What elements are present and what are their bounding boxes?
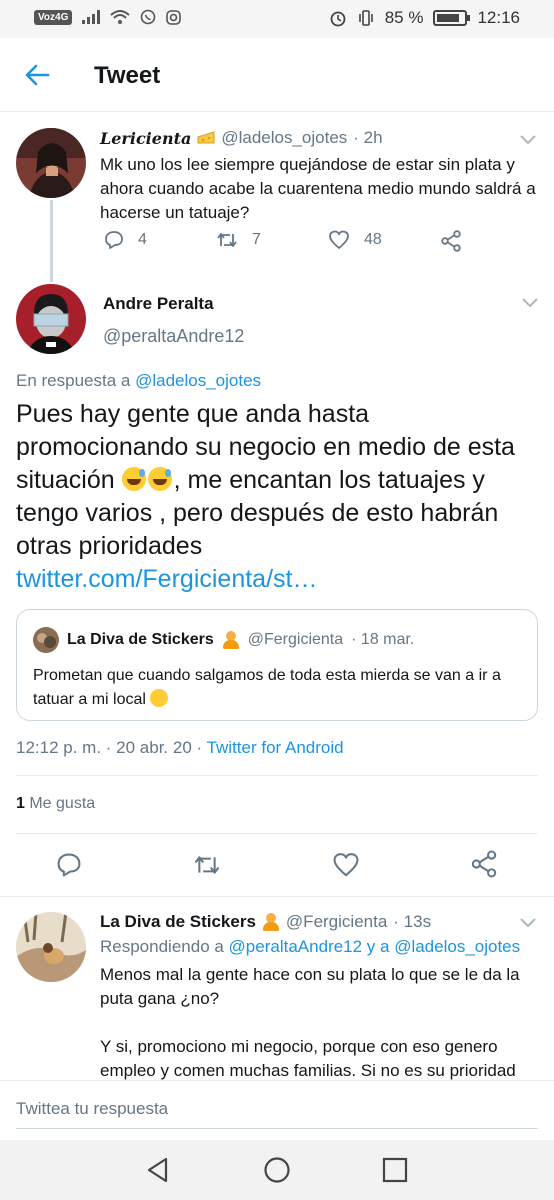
divider (16, 775, 538, 776)
tweet3-author-name[interactable]: La Diva de Stickers (100, 912, 256, 932)
avatar-lericienta[interactable] (16, 128, 86, 198)
tweet-timestamp: 12:12 p. m. · 20 abr. 20 · (16, 738, 207, 757)
sweat-smile-emoji-icon (121, 467, 146, 491)
tweet3-replying-to: Respondiendo a @peraltaAndre12 y a @lade… (100, 937, 521, 956)
retweet-icon[interactable] (193, 852, 221, 878)
tweet2-author-name[interactable]: Andre Peralta (103, 294, 214, 314)
home-circle-icon[interactable] (263, 1156, 291, 1184)
arrow-left-icon[interactable] (24, 62, 50, 88)
retweet-count: 7 (252, 231, 261, 248)
quoted-time: · 18 mar. (351, 631, 415, 648)
heart-icon (329, 230, 349, 250)
retweet-icon (217, 233, 237, 247)
person-tipping-hand-emoji-icon (222, 631, 240, 649)
quoted-handle: @Fergicienta (247, 631, 344, 648)
tweet2-actions (0, 848, 554, 880)
recents-square-icon[interactable] (381, 1156, 409, 1184)
tweet1-header: Lericienta @ladelos_ojotes · 2h (100, 128, 383, 148)
tweet1-actions: 4 7 48 (100, 230, 470, 256)
back-triangle-icon[interactable] (144, 1156, 172, 1184)
reply-to-link[interactable]: @ladelos_ojotes (135, 371, 261, 390)
quoted-text: Prometan que cuando salgamos de toda est… (33, 667, 501, 708)
top-bar: Tweet (0, 38, 554, 112)
tweet3-text: Menos mal la gente hace con su plata lo … (100, 963, 540, 1081)
signal-icon (82, 10, 101, 24)
cheese-emoji-icon (197, 131, 215, 144)
person-tipping-hand-emoji-icon (262, 913, 280, 931)
tweet-source[interactable]: Twitter for Android (207, 738, 344, 757)
tweet2-text: Pues hay gente que anda hasta promociona… (16, 400, 515, 593)
divider (16, 833, 538, 834)
quoted-tweet-header: La Diva de Stickers @Fergicienta · 18 ma… (33, 627, 414, 653)
share-button[interactable] (440, 230, 462, 252)
chevron-down-icon[interactable] (520, 918, 536, 928)
chevron-down-icon[interactable] (522, 298, 538, 308)
share-icon (441, 230, 461, 252)
heart-icon[interactable] (332, 852, 360, 878)
battery-percent: 85 % (384, 8, 424, 27)
alarm-icon (330, 11, 346, 27)
avatar-andre-peralta[interactable] (16, 284, 86, 354)
reply-input[interactable] (16, 1089, 538, 1129)
chevron-down-icon[interactable] (520, 135, 536, 145)
likes-label: Me gusta (24, 795, 96, 812)
retweet-button[interactable]: 7 (216, 230, 261, 250)
tweet-metadata: 12:12 p. m. · 20 abr. 20 · Twitter for A… (16, 738, 344, 758)
reply-count: 4 (138, 231, 147, 248)
battery-fill (437, 14, 460, 22)
whatsapp-icon (141, 9, 156, 25)
avatar-diva-stickers[interactable] (16, 912, 86, 982)
quoted-author-name: La Diva de Stickers (67, 631, 214, 648)
avatar-diva-stickers (33, 627, 59, 653)
carrier-badge: Voz4G (34, 9, 73, 25)
system-nav-bar (0, 1140, 554, 1200)
likes-count: 1 (16, 795, 25, 812)
replying-to: En respuesta a @ladelos_ojotes (16, 371, 262, 390)
tweet3-handle[interactable]: @Fergicienta (286, 912, 387, 932)
tweet3-time: · 13s (393, 912, 432, 931)
battery-icon (433, 10, 471, 26)
likes-summary[interactable]: 1 Me gusta (16, 795, 95, 813)
thread-connector (50, 200, 53, 282)
reply-to-link[interactable]: @peraltaAndre12 (229, 937, 363, 956)
like-count: 48 (364, 231, 382, 248)
tweet3-header: La Diva de Stickers @Fergicienta · 13s (100, 912, 431, 932)
clock: 12:16 (477, 8, 520, 27)
tweet2-handle[interactable]: @peraltaAndre12 (103, 326, 244, 347)
page-title: Tweet (94, 62, 161, 89)
reply-to-link[interactable]: @ladelos_ojotes (394, 937, 520, 956)
wifi-icon (110, 10, 131, 24)
reply-composer (0, 1080, 554, 1140)
share-icon[interactable] (470, 850, 498, 878)
reply-icon[interactable] (56, 852, 82, 878)
tweet1-text: Mk uno los lee siempre quejándose de est… (100, 155, 536, 222)
rolling-eyes-emoji-icon (150, 689, 169, 707)
tweet1-handle[interactable]: @ladelos_ojotes (221, 128, 347, 148)
quoted-tweet[interactable]: La Diva de Stickers @Fergicienta · 18 ma… (16, 609, 538, 721)
tweet3-paragraph: Y si, promociono mi negocio, porque con … (100, 1037, 516, 1080)
divider (0, 896, 554, 897)
reply-icon (105, 231, 123, 249)
like-button[interactable]: 48 (328, 230, 382, 250)
tweet1-author-name[interactable]: Lericienta (100, 129, 191, 148)
sweat-smile-emoji-icon (147, 467, 172, 491)
tweet1-time: · 2h (353, 128, 383, 147)
tweet-link[interactable]: twitter.com/Fergicienta/st… (16, 565, 317, 593)
status-bar: Voz4G 85 % 12:16 (0, 0, 554, 38)
tweet3-paragraph: Menos mal la gente hace con su plata lo … (100, 965, 520, 1008)
reply-button[interactable]: 4 (104, 230, 147, 250)
vibrate-icon (358, 10, 373, 26)
instagram-icon (166, 9, 182, 25)
